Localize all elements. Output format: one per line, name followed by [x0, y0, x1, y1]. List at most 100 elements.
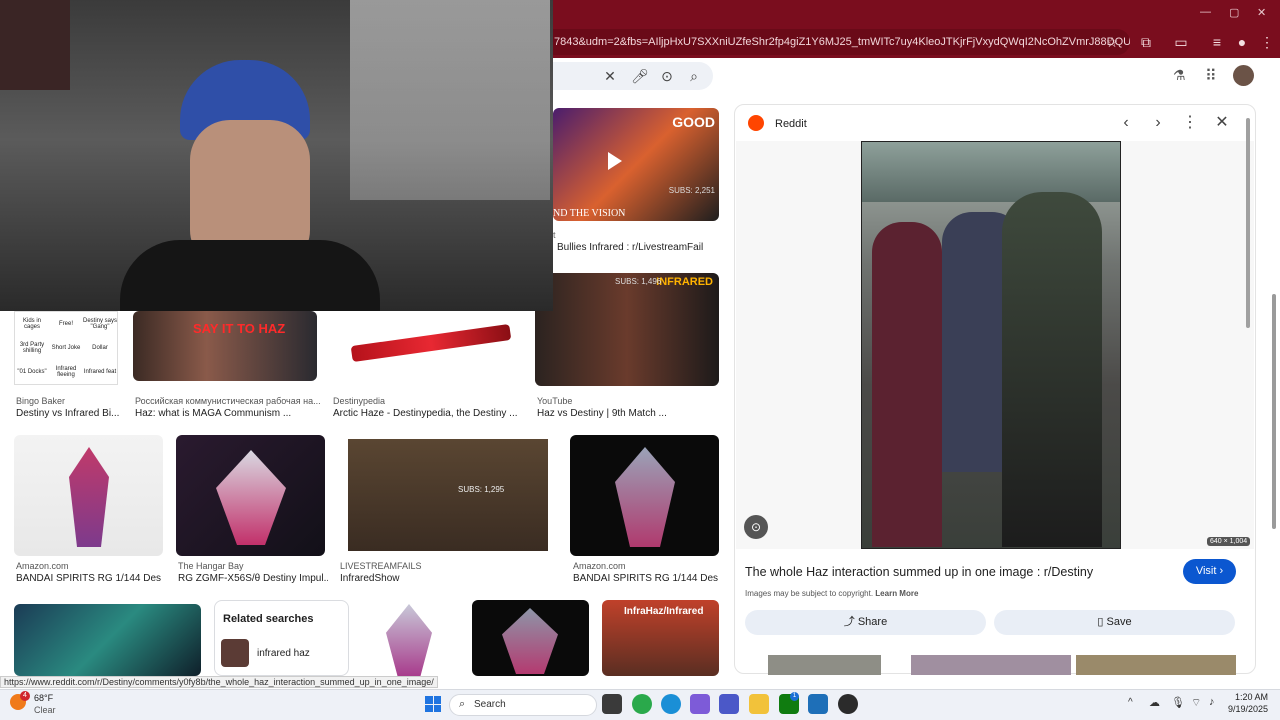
- related-searches-card: Related searches infrared haz: [214, 600, 349, 676]
- result-thumb[interactable]: InfraHaz/Infrared: [602, 600, 719, 676]
- copyright-note: Images may be subject to copyright. Lear…: [745, 589, 918, 598]
- panel-source[interactable]: Reddit: [775, 118, 807, 130]
- visit-label: Visit: [1195, 565, 1217, 577]
- obs-icon[interactable]: [838, 694, 858, 714]
- related-search-item[interactable]: infrared haz: [257, 648, 310, 659]
- volume-icon[interactable]: ♪: [1209, 696, 1215, 708]
- play-icon: [608, 152, 622, 170]
- copyright-text: Images may be subject to copyright.: [745, 589, 874, 598]
- result-thumb[interactable]: [14, 604, 201, 676]
- bingo-card-thumb[interactable]: Kids in cages Free! Destiny says "Gang" …: [14, 311, 118, 385]
- next-icon[interactable]: ›: [1146, 111, 1170, 135]
- result-thumb[interactable]: [14, 435, 163, 556]
- panel-scrollbar-thumb[interactable]: [1246, 118, 1250, 328]
- result-title[interactable]: Bullies Infrared : r/LivestreamFail: [557, 242, 719, 253]
- cloud-icon[interactable]: ☁: [1149, 696, 1160, 709]
- wall-poster: [0, 0, 70, 90]
- bookmark-star-icon[interactable]: ☆: [1099, 29, 1125, 55]
- share-button[interactable]: ⤴ Share: [745, 610, 986, 635]
- result-title[interactable]: RG ZGMF-X56S/θ Destiny Impul...: [178, 573, 328, 584]
- close-window-icon[interactable]: ✕: [1257, 6, 1266, 19]
- result-source: Bingo Baker: [16, 396, 66, 406]
- avatar[interactable]: [1233, 65, 1254, 86]
- apps-grid-icon[interactable]: ⠿: [1205, 66, 1217, 86]
- clear-icon[interactable]: ✕: [598, 68, 622, 85]
- more-icon[interactable]: ⋮: [1178, 111, 1202, 135]
- related-image[interactable]: [768, 655, 881, 675]
- cast-icon[interactable]: ▭: [1168, 29, 1194, 55]
- bingo-cell: Dollar: [92, 345, 108, 351]
- thumb-text: InfraHaz/Infrared: [624, 606, 704, 617]
- result-title[interactable]: InfraredShow: [340, 573, 550, 584]
- edge-icon[interactable]: [661, 694, 681, 714]
- chrome-icon[interactable]: [632, 694, 652, 714]
- result-thumb[interactable]: [331, 311, 521, 384]
- copilot-icon[interactable]: [690, 694, 710, 714]
- profile-icon[interactable]: ●: [1229, 29, 1255, 55]
- result-title[interactable]: BANDAI SPIRITS RG 1/144 Dest...: [573, 573, 718, 584]
- chevron-up-icon[interactable]: ^: [1128, 697, 1133, 708]
- result-source: t: [553, 230, 556, 240]
- result-thumb[interactable]: [361, 600, 459, 676]
- file-explorer-icon[interactable]: [749, 694, 769, 714]
- teams-icon[interactable]: [719, 694, 739, 714]
- related-thumb: [221, 639, 249, 667]
- media-icon[interactable]: ≡: [1204, 29, 1230, 55]
- result-thumb[interactable]: SUBS: 1,295: [338, 435, 558, 556]
- result-title[interactable]: Haz vs Destiny | 9th Match ...: [537, 408, 717, 419]
- preview-image[interactable]: [861, 141, 1121, 549]
- labs-icon[interactable]: ⚗: [1173, 67, 1186, 84]
- canopy: [862, 142, 1120, 202]
- menu-icon[interactable]: ⋮: [1254, 29, 1280, 55]
- result-title[interactable]: BANDAI SPIRITS RG 1/144 Dest...: [16, 573, 161, 584]
- prev-icon[interactable]: ‹: [1114, 111, 1138, 135]
- lens-search-icon[interactable]: ⊙: [744, 515, 768, 539]
- extensions-icon[interactable]: ⧉: [1133, 29, 1159, 55]
- learn-more-link[interactable]: Learn More: [875, 589, 918, 598]
- wifi-icon[interactable]: ⌔: [1191, 696, 1201, 710]
- taskbar-search[interactable]: ⌕ Search: [449, 694, 597, 716]
- related-image[interactable]: [1076, 655, 1236, 675]
- window-light: [350, 0, 550, 200]
- scrollbar[interactable]: [1270, 104, 1278, 674]
- result-thumb[interactable]: [176, 435, 325, 556]
- result-title[interactable]: Haz: what is MAGA Communism ...: [135, 408, 320, 419]
- microphone-icon[interactable]: 🎙︎: [1171, 696, 1185, 709]
- clock-date[interactable]: 9/19/2025: [1222, 704, 1268, 714]
- preview-title[interactable]: The whole Haz interaction summed up in o…: [745, 565, 1175, 579]
- result-thumb[interactable]: [570, 435, 719, 556]
- visit-button[interactable]: Visit ›: [1183, 559, 1236, 584]
- lens-icon[interactable]: ⊙: [655, 68, 679, 85]
- related-searches-heading: Related searches: [223, 613, 314, 625]
- result-title[interactable]: Arctic Haze - Destinypedia, the Destiny …: [333, 408, 523, 419]
- result-title[interactable]: Destiny vs Infrared Bi...: [16, 408, 131, 419]
- clock-time[interactable]: 1:20 AM: [1232, 692, 1268, 702]
- bingo-cell: Short Joke: [51, 345, 81, 351]
- address-bar[interactable]: 7843&udm=2&fbs=AIljpHxU7SXXniUZfeShr2fp4…: [540, 29, 1130, 55]
- weather-badge: 4: [20, 691, 30, 701]
- close-icon[interactable]: ✕: [1210, 111, 1234, 135]
- weather-condition: Clear: [34, 705, 56, 715]
- result-thumb[interactable]: [472, 600, 589, 676]
- search-icon[interactable]: ⌕: [682, 68, 706, 85]
- reddit-logo-icon: [748, 115, 764, 131]
- microphone-icon[interactable]: 🎤︎: [628, 68, 652, 85]
- scrollbar-thumb[interactable]: [1272, 294, 1276, 529]
- store-icon[interactable]: [808, 694, 828, 714]
- result-source: YouTube: [537, 396, 573, 406]
- result-thumb[interactable]: INFRARED SUBS: 1,496: [535, 273, 719, 386]
- related-image[interactable]: [911, 655, 1071, 675]
- bingo-cell: Infrared feat: [83, 369, 117, 375]
- thumb-subs: SUBS: 1,295: [458, 485, 505, 494]
- gundam-figure: [615, 447, 675, 547]
- maximize-icon[interactable]: ▢: [1229, 6, 1239, 19]
- save-label: Save: [1106, 616, 1132, 628]
- result-thumb[interactable]: SAY IT TO HAZ: [133, 311, 317, 381]
- minimize-icon[interactable]: —: [1200, 6, 1211, 18]
- result-thumb[interactable]: GOOD ND THE VISION SUBS: 2,251: [553, 108, 719, 221]
- person-right: [1002, 192, 1102, 547]
- save-button[interactable]: ▯ Save: [994, 610, 1235, 635]
- weather-temp: 68°F: [34, 693, 54, 703]
- start-icon[interactable]: [425, 696, 441, 712]
- task-view-icon[interactable]: [602, 694, 622, 714]
